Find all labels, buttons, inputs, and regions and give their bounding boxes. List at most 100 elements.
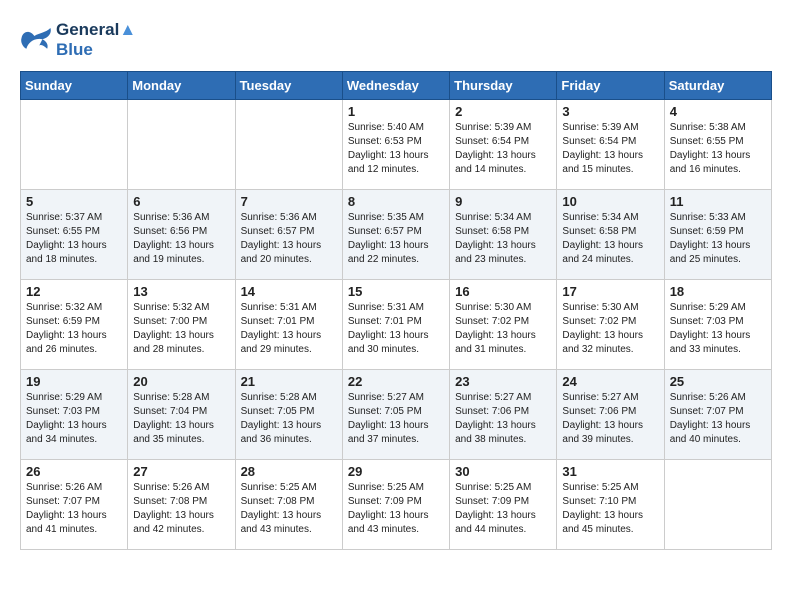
calendar-cell: 19 Sunrise: 5:29 AMSunset: 7:03 PMDayligh… — [21, 369, 128, 459]
weekday-header-wednesday: Wednesday — [342, 71, 449, 99]
day-info: Sunrise: 5:32 AMSunset: 7:00 PMDaylight:… — [133, 301, 229, 357]
day-number: 3 — [562, 104, 658, 119]
week-row-4: 19 Sunrise: 5:29 AMSunset: 7:03 PMDayligh… — [21, 369, 772, 459]
day-number: 4 — [670, 104, 766, 119]
weekday-header-tuesday: Tuesday — [235, 71, 342, 99]
day-info: Sunrise: 5:28 AMSunset: 7:05 PMDaylight:… — [241, 391, 337, 447]
day-info: Sunrise: 5:38 AMSunset: 6:55 PMDaylight:… — [670, 121, 766, 177]
day-number: 8 — [348, 194, 444, 209]
calendar-cell: 4 Sunrise: 5:38 AMSunset: 6:55 PMDaylight… — [664, 99, 771, 189]
day-number: 17 — [562, 284, 658, 299]
week-row-3: 12 Sunrise: 5:32 AMSunset: 6:59 PMDayligh… — [21, 279, 772, 369]
week-row-5: 26 Sunrise: 5:26 AMSunset: 7:07 PMDayligh… — [21, 459, 772, 549]
day-info: Sunrise: 5:26 AMSunset: 7:08 PMDaylight:… — [133, 481, 229, 537]
calendar-cell: 26 Sunrise: 5:26 AMSunset: 7:07 PMDayligh… — [21, 459, 128, 549]
day-number: 28 — [241, 464, 337, 479]
calendar-cell: 21 Sunrise: 5:28 AMSunset: 7:05 PMDayligh… — [235, 369, 342, 459]
day-number: 2 — [455, 104, 551, 119]
day-info: Sunrise: 5:36 AMSunset: 6:56 PMDaylight:… — [133, 211, 229, 267]
day-info: Sunrise: 5:27 AMSunset: 7:06 PMDaylight:… — [562, 391, 658, 447]
day-number: 19 — [26, 374, 122, 389]
day-info: Sunrise: 5:27 AMSunset: 7:05 PMDaylight:… — [348, 391, 444, 447]
calendar-cell: 13 Sunrise: 5:32 AMSunset: 7:00 PMDayligh… — [128, 279, 235, 369]
logo-text: General▲ Blue — [56, 20, 136, 61]
day-number: 26 — [26, 464, 122, 479]
day-number: 7 — [241, 194, 337, 209]
logo-icon — [20, 26, 52, 54]
day-number: 27 — [133, 464, 229, 479]
calendar-cell: 16Sunrise: 5:30 AMSunset: 7:02 PMDayligh… — [450, 279, 557, 369]
calendar-cell: 12 Sunrise: 5:32 AMSunset: 6:59 PMDayligh… — [21, 279, 128, 369]
day-info: Sunrise: 5:31 AMSunset: 7:01 PMDaylight:… — [348, 301, 444, 357]
day-info: Sunrise: 5:32 AMSunset: 6:59 PMDaylight:… — [26, 301, 122, 357]
day-info: Sunrise: 5:37 AMSunset: 6:55 PMDaylight:… — [26, 211, 122, 267]
calendar-cell: 31 Sunrise: 5:25 AMSunset: 7:10 PMDayligh… — [557, 459, 664, 549]
week-row-2: 5 Sunrise: 5:37 AMSunset: 6:55 PMDaylight… — [21, 189, 772, 279]
logo: General▲ Blue — [20, 20, 136, 61]
calendar-cell: 15 Sunrise: 5:31 AMSunset: 7:01 PMDayligh… — [342, 279, 449, 369]
day-number: 24 — [562, 374, 658, 389]
calendar-cell: 9 Sunrise: 5:34 AMSunset: 6:58 PMDaylight… — [450, 189, 557, 279]
calendar-cell: 7 Sunrise: 5:36 AMSunset: 6:57 PMDaylight… — [235, 189, 342, 279]
day-info: Sunrise: 5:26 AMSunset: 7:07 PMDaylight:… — [26, 481, 122, 537]
calendar-cell: 27 Sunrise: 5:26 AMSunset: 7:08 PMDayligh… — [128, 459, 235, 549]
day-number: 5 — [26, 194, 122, 209]
calendar-cell: 5 Sunrise: 5:37 AMSunset: 6:55 PMDaylight… — [21, 189, 128, 279]
day-info: Sunrise: 5:34 AMSunset: 6:58 PMDaylight:… — [562, 211, 658, 267]
day-info: Sunrise: 5:34 AMSunset: 6:58 PMDaylight:… — [455, 211, 551, 267]
day-number: 10 — [562, 194, 658, 209]
calendar-cell — [235, 99, 342, 189]
calendar-cell: 3Sunrise: 5:39 AMSunset: 6:54 PMDaylight… — [557, 99, 664, 189]
day-info: Sunrise: 5:25 AMSunset: 7:08 PMDaylight:… — [241, 481, 337, 537]
day-info: Sunrise: 5:35 AMSunset: 6:57 PMDaylight:… — [348, 211, 444, 267]
day-number: 18 — [670, 284, 766, 299]
weekday-header-sunday: Sunday — [21, 71, 128, 99]
day-number: 30 — [455, 464, 551, 479]
day-info: Sunrise: 5:26 AMSunset: 7:07 PMDaylight:… — [670, 391, 766, 447]
day-number: 22 — [348, 374, 444, 389]
day-info: Sunrise: 5:30 AMSunset: 7:02 PMDaylight:… — [562, 301, 658, 357]
calendar-cell — [664, 459, 771, 549]
calendar-cell — [128, 99, 235, 189]
weekday-header-saturday: Saturday — [664, 71, 771, 99]
day-number: 14 — [241, 284, 337, 299]
day-number: 25 — [670, 374, 766, 389]
day-info: Sunrise: 5:29 AMSunset: 7:03 PMDaylight:… — [670, 301, 766, 357]
calendar-cell: 23 Sunrise: 5:27 AMSunset: 7:06 PMDayligh… — [450, 369, 557, 459]
day-info: Sunrise: 5:39 AMSunset: 6:54 PMDaylight:… — [455, 121, 551, 177]
day-info: Sunrise: 5:25 AMSunset: 7:10 PMDaylight:… — [562, 481, 658, 537]
day-number: 23 — [455, 374, 551, 389]
day-number: 9 — [455, 194, 551, 209]
calendar-cell: 20 Sunrise: 5:28 AMSunset: 7:04 PMDayligh… — [128, 369, 235, 459]
day-info: Sunrise: 5:36 AMSunset: 6:57 PMDaylight:… — [241, 211, 337, 267]
day-number: 29 — [348, 464, 444, 479]
page-header: General▲ Blue — [20, 20, 772, 61]
weekday-header-thursday: Thursday — [450, 71, 557, 99]
day-number: 20 — [133, 374, 229, 389]
day-info: Sunrise: 5:29 AMSunset: 7:03 PMDaylight:… — [26, 391, 122, 447]
calendar-cell: 24 Sunrise: 5:27 AMSunset: 7:06 PMDayligh… — [557, 369, 664, 459]
calendar-cell: 14Sunrise: 5:31 AMSunset: 7:01 PMDayligh… — [235, 279, 342, 369]
weekday-header-row: SundayMondayTuesdayWednesdayThursdayFrid… — [21, 71, 772, 99]
calendar-cell: 18 Sunrise: 5:29 AMSunset: 7:03 PMDayligh… — [664, 279, 771, 369]
weekday-header-friday: Friday — [557, 71, 664, 99]
day-info: Sunrise: 5:33 AMSunset: 6:59 PMDaylight:… — [670, 211, 766, 267]
day-number: 21 — [241, 374, 337, 389]
day-info: Sunrise: 5:25 AMSunset: 7:09 PMDaylight:… — [348, 481, 444, 537]
calendar-cell: 25 Sunrise: 5:26 AMSunset: 7:07 PMDayligh… — [664, 369, 771, 459]
day-number: 6 — [133, 194, 229, 209]
day-info: Sunrise: 5:25 AMSunset: 7:09 PMDaylight:… — [455, 481, 551, 537]
day-number: 31 — [562, 464, 658, 479]
day-number: 15 — [348, 284, 444, 299]
calendar-cell: 17 Sunrise: 5:30 AMSunset: 7:02 PMDayligh… — [557, 279, 664, 369]
calendar-cell: 1Sunrise: 5:40 AMSunset: 6:53 PMDaylight… — [342, 99, 449, 189]
day-number: 13 — [133, 284, 229, 299]
week-row-1: 1Sunrise: 5:40 AMSunset: 6:53 PMDaylight… — [21, 99, 772, 189]
calendar-cell — [21, 99, 128, 189]
calendar-cell: 22 Sunrise: 5:27 AMSunset: 7:05 PMDayligh… — [342, 369, 449, 459]
day-info: Sunrise: 5:30 AMSunset: 7:02 PMDaylight:… — [455, 301, 551, 357]
day-number: 12 — [26, 284, 122, 299]
calendar-cell: 8 Sunrise: 5:35 AMSunset: 6:57 PMDaylight… — [342, 189, 449, 279]
day-info: Sunrise: 5:27 AMSunset: 7:06 PMDaylight:… — [455, 391, 551, 447]
day-info: Sunrise: 5:28 AMSunset: 7:04 PMDaylight:… — [133, 391, 229, 447]
